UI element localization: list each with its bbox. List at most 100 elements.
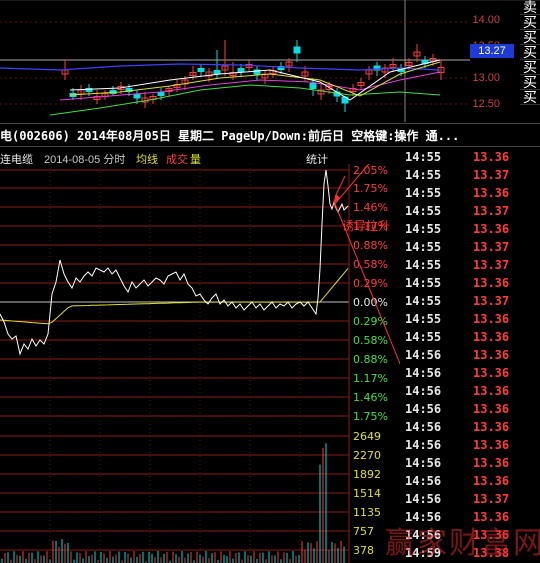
intraday-svg: 2.05% 1.75% 1.46% 1.17% 0.88% 0.58% 0.29% 0.00%… xyxy=(0,103,421,563)
trade-price: 13.36 xyxy=(473,312,510,326)
trade-time: 14:56 xyxy=(405,474,442,488)
trade-price: 13.37 xyxy=(473,294,510,308)
annotation-label: 诱导拉升 xyxy=(342,218,390,233)
trade-list-row: 14:55 13.36 xyxy=(400,312,540,330)
kline-chart xyxy=(0,0,540,122)
kline-axis-label: 14.00 xyxy=(472,14,500,26)
candle-body xyxy=(213,70,221,74)
trade-price: 13.36 xyxy=(473,384,510,398)
trade-list-row: 14:55 13.37 xyxy=(400,204,540,222)
candle-body xyxy=(293,46,301,54)
trade-list-row: 14:56 13.36 xyxy=(400,438,540,456)
trade-time: 14:56 xyxy=(405,492,442,506)
volume-axis-label: 1892 xyxy=(353,468,381,481)
trade-list-row: 14:55 13.36 xyxy=(400,222,540,240)
trade-price: 13.36 xyxy=(473,330,510,344)
trade-price: 13.37 xyxy=(473,492,510,506)
trade-time: 14:56 xyxy=(405,348,442,362)
kline-panel[interactable]: 14.00 13.50 13.00 12.50 13.27 卖 买 买 买 买 … xyxy=(0,0,540,122)
trade-list-row: 14:55 13.36 xyxy=(400,186,540,204)
trade-time: 14:56 xyxy=(405,420,442,434)
trade-price: 13.37 xyxy=(473,258,510,272)
price-axis-label: 0.29% xyxy=(353,277,388,290)
trade-list-row: 14:56 13.36 xyxy=(400,348,540,366)
trade-time: 14:55 xyxy=(405,240,442,254)
trade-list-row: 14:56 13.37 xyxy=(400,492,540,510)
trade-time: 14:56 xyxy=(405,366,442,380)
trade-price: 13.36 xyxy=(473,456,510,470)
kline-axis-label: 12.50 xyxy=(472,98,500,110)
info-line: 连电缆 2014-08-05 分时 均线 成交 量 统计 xyxy=(0,149,400,166)
candle-body xyxy=(157,92,165,96)
trade-time: 14:55 xyxy=(405,312,442,326)
volume-axis-label: 2270 xyxy=(353,449,381,462)
trade-price: 13.36 xyxy=(473,222,510,236)
trade-price: 13.36 xyxy=(473,186,510,200)
trade-list-row: 14:56 13.36 xyxy=(400,402,540,420)
candle-body xyxy=(133,93,141,99)
trade-button-column: 卖 买 买 买 买 买 买 xyxy=(520,0,540,105)
trade-time: 14:56 xyxy=(405,384,442,398)
buy-button[interactable]: 买 xyxy=(520,45,540,60)
volume-axis-label: 378 xyxy=(353,544,374,557)
trade-time: 14:55 xyxy=(405,294,442,308)
sell-button[interactable]: 卖 xyxy=(520,0,540,15)
buy-button[interactable]: 买 xyxy=(520,75,540,90)
candle-body xyxy=(197,68,205,72)
trade-time: 14:56 xyxy=(405,438,442,452)
trade-time: 14:56 xyxy=(405,456,442,470)
price-axis-label: 1.75% xyxy=(353,410,388,423)
trade-list-row: 14:56 13.36 xyxy=(400,456,540,474)
buy-button[interactable]: 买 xyxy=(520,90,540,105)
trade-price: 13.36 xyxy=(473,366,510,380)
trade-list-row: 14:56 13.36 xyxy=(400,474,540,492)
trade-list-row: 14:55 13.36 xyxy=(400,150,540,168)
volume-axis-label: 1514 xyxy=(353,487,381,500)
price-axis-label: 1.17% xyxy=(353,372,388,385)
price-axis-label: 0.88% xyxy=(353,239,388,252)
trade-list-row: 14:55 13.36 xyxy=(400,330,540,348)
trade-list-row: 14:55 13.37 xyxy=(400,168,540,186)
current-price-tag: 13.27 xyxy=(470,44,514,58)
trade-time: 14:55 xyxy=(405,258,442,272)
trade-price: 13.36 xyxy=(473,348,510,362)
trade-list-row: 14:55 13.37 xyxy=(400,294,540,312)
price-axis-label: 0.58% xyxy=(353,334,388,347)
title-bar: 电(002606) 2014年08月05日 星期二 PageUp/Down:前后… xyxy=(0,123,540,147)
trade-time: 14:55 xyxy=(405,222,442,236)
trade-list-row: 14:55 13.37 xyxy=(400,258,540,276)
volume-axis-label: 1135 xyxy=(353,506,381,519)
trade-list-row: 14:56 13.36 xyxy=(400,384,540,402)
candle-body xyxy=(237,68,245,72)
trade-time: 14:55 xyxy=(405,204,442,218)
buy-button[interactable]: 买 xyxy=(520,15,540,30)
buy-button[interactable]: 买 xyxy=(520,30,540,45)
trade-price: 13.36 xyxy=(473,438,510,452)
trade-time: 14:55 xyxy=(405,168,442,182)
trade-price: 13.36 xyxy=(473,276,510,290)
kline-axis-label: 13.00 xyxy=(472,72,500,84)
trade-time: 14:55 xyxy=(405,276,442,290)
trade-list[interactable]: 14:55 13.36 14:55 13.37 14:55 13.36 14:55 13.37… xyxy=(400,150,540,563)
price-axis-label: 0.88% xyxy=(353,353,388,366)
price-axis-label: 1.46% xyxy=(353,201,388,214)
trade-time: 14:55 xyxy=(405,150,442,164)
volume-axis-label: 757 xyxy=(353,525,374,538)
buy-button[interactable]: 买 xyxy=(520,60,540,75)
price-axis-label: 1.75% xyxy=(353,182,388,195)
watermark: 赢家财富网 xyxy=(385,526,540,561)
volume-axis-label: 2649 xyxy=(353,430,381,443)
trade-time: 14:56 xyxy=(405,402,442,416)
trade-price: 13.36 xyxy=(473,474,510,488)
trade-list-row: 14:55 13.36 xyxy=(400,276,540,294)
intraday-chart[interactable]: 2.05% 1.75% 1.46% 1.17% 0.88% 0.58% 0.29% 0.00%… xyxy=(0,103,421,563)
price-axis-label: 1.46% xyxy=(353,391,388,404)
price-axis-label: 0.00% xyxy=(353,296,388,309)
price-axis-label: 2.05% xyxy=(353,164,388,177)
title-text: 电(002606) 2014年08月05日 星期二 PageUp/Down:前后… xyxy=(0,129,460,143)
trade-price: 13.36 xyxy=(473,402,510,416)
trade-price: 13.36 xyxy=(473,150,510,164)
trade-time: 14:55 xyxy=(405,186,442,200)
trade-price: 13.37 xyxy=(473,168,510,182)
trade-price: 13.36 xyxy=(473,420,510,434)
